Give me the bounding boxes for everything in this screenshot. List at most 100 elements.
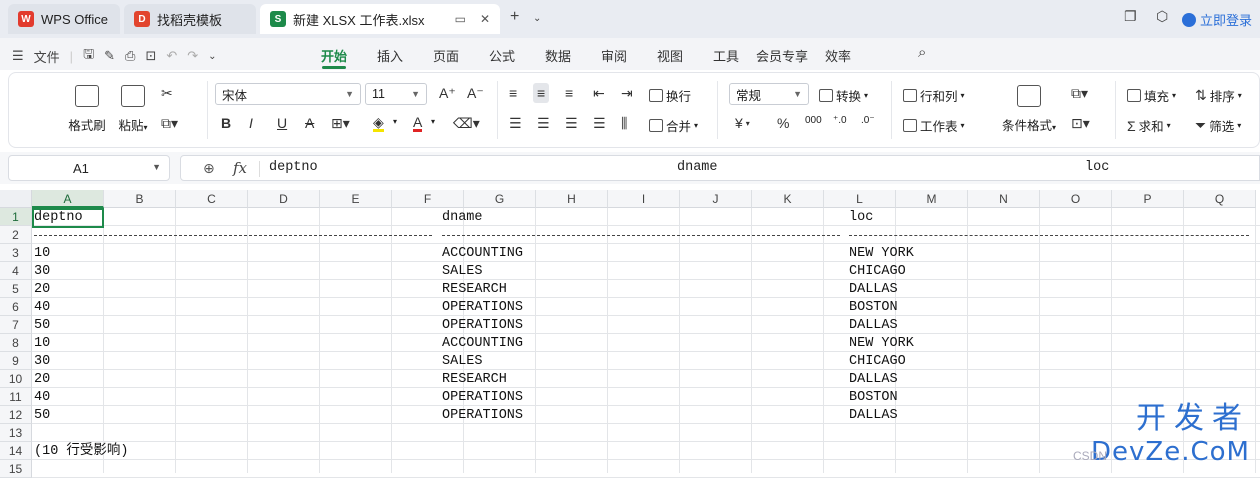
row-header-7[interactable]: 7 — [0, 316, 32, 334]
row-header-12[interactable]: 12 — [0, 406, 32, 424]
row-header-2[interactable]: 2 — [0, 226, 32, 244]
pen-icon[interactable]: ✎ — [104, 48, 115, 64]
paste-button[interactable]: 粘贴▾ — [113, 85, 153, 134]
increase-decimal-icon[interactable]: ⁺.0 — [833, 115, 847, 126]
cell-dname[interactable]: OPERATIONS — [442, 299, 523, 317]
grow-font-icon[interactable]: A⁺ — [439, 85, 456, 102]
cell-deptno[interactable]: 40 — [34, 389, 50, 407]
chevron-down-icon[interactable]: ⌄ — [533, 13, 541, 24]
cell-loc[interactable]: DALLAS — [849, 407, 898, 425]
currency-icon[interactable]: ¥ ▾ — [735, 115, 750, 131]
cell-dname[interactable]: OPERATIONS — [442, 389, 523, 407]
cell-loc[interactable]: BOSTON — [849, 389, 898, 407]
chevron-down-icon[interactable]: ▾ — [393, 117, 397, 126]
align-left-icon[interactable]: ☰ — [509, 115, 522, 132]
distribute-icon[interactable]: ⫼ — [621, 115, 627, 132]
print-icon[interactable]: ⎙ — [125, 48, 135, 64]
underline-icon[interactable]: U — [277, 115, 287, 131]
redo-icon[interactable]: ↷ — [187, 48, 198, 64]
row-header-11[interactable]: 11 — [0, 388, 32, 406]
column-header-b[interactable]: B — [104, 190, 176, 208]
cell-deptno[interactable]: 30 — [34, 353, 50, 371]
column-header-f[interactable]: F — [392, 190, 464, 208]
preview-icon[interactable]: ⊡ — [145, 48, 156, 64]
cell-loc-header[interactable]: loc — [849, 209, 873, 227]
wrap-text-button[interactable]: 换行 — [649, 86, 691, 105]
cell-loc[interactable]: CHICAGO — [849, 353, 906, 371]
number-format-select[interactable]: 常规 ▼ — [729, 83, 809, 105]
tab-efficiency[interactable]: 效率 — [810, 46, 866, 65]
cell-loc[interactable]: DALLAS — [849, 317, 898, 335]
search-icon[interactable]: ⌕ — [918, 44, 926, 61]
cell-loc[interactable]: DALLAS — [849, 281, 898, 299]
decrease-decimal-icon[interactable]: .0⁻ — [861, 115, 875, 126]
tab-tools[interactable]: 工具 — [698, 46, 754, 65]
row-header-4[interactable]: 4 — [0, 262, 32, 280]
column-header-g[interactable]: G — [464, 190, 536, 208]
rows-cols-button[interactable]: 行和列 ▾ — [903, 86, 965, 105]
convert-button[interactable]: 转换 ▾ — [819, 86, 868, 105]
tab-member[interactable]: 会员专享 — [754, 46, 810, 65]
chevron-down-icon[interactable]: ▾ — [431, 117, 435, 126]
tab-data[interactable]: 数据 — [530, 46, 586, 65]
fill-button[interactable]: 填充 ▾ — [1127, 86, 1176, 105]
thousands-icon[interactable]: 000 — [805, 115, 822, 126]
align-center-icon[interactable]: ☰ — [537, 115, 550, 132]
formula-input[interactable]: ⊕ fx deptno dname loc — [180, 155, 1260, 181]
worksheet-button[interactable]: 工作表 ▾ — [903, 116, 965, 135]
tab-start[interactable]: 开始 — [306, 46, 362, 65]
align-right-icon[interactable]: ☰ — [565, 115, 578, 132]
percent-icon[interactable]: % — [777, 115, 789, 131]
tab-view[interactable]: 视图 — [642, 46, 698, 65]
cell-deptno[interactable]: 20 — [34, 371, 50, 389]
close-icon[interactable]: ✕ — [480, 12, 490, 26]
indent-increase-icon[interactable]: ⇥ — [621, 85, 633, 102]
new-tab-button[interactable]: + — [510, 8, 519, 26]
font-name-select[interactable]: 宋体 ▼ — [215, 83, 361, 105]
strikethrough-icon[interactable]: A — [305, 115, 314, 131]
tab-review[interactable]: 审阅 — [586, 46, 642, 65]
cell-deptno[interactable]: 10 — [34, 245, 50, 263]
column-header-l[interactable]: L — [824, 190, 896, 208]
cell-dname-header[interactable]: dname — [442, 209, 483, 227]
tab-page[interactable]: 页面 — [418, 46, 474, 65]
font-size-select[interactable]: 11 ▼ — [365, 83, 427, 105]
cell-loc[interactable]: BOSTON — [849, 299, 898, 317]
cell-dname[interactable]: OPERATIONS — [442, 317, 523, 335]
column-header-a[interactable]: A — [32, 190, 104, 208]
eraser-icon[interactable]: ⌫▾ — [453, 115, 480, 132]
font-color-icon[interactable]: A — [413, 115, 423, 132]
cell-dname[interactable]: ACCOUNTING — [442, 245, 523, 263]
row-header-1[interactable]: 1 — [0, 208, 32, 226]
sort-button[interactable]: ⇅ 排序 ▾ — [1195, 86, 1242, 105]
spreadsheet-grid[interactable]: A B C D E F G H I J K L M N O P Q 1 2 3 4 5 6 7 8 9 10 11 12 13 14 15 de… — [0, 190, 1260, 478]
merge-button[interactable]: 合并 ▾ — [649, 116, 698, 135]
save-icon[interactable]: 🖫 — [83, 45, 94, 67]
column-header-i[interactable]: I — [608, 190, 680, 208]
cell-dname[interactable]: RESEARCH — [442, 371, 507, 389]
cell-style-icon[interactable]: ⧉▾ — [1071, 85, 1088, 102]
border-icon[interactable]: ⊞▾ — [331, 115, 350, 132]
row-header-6[interactable]: 6 — [0, 298, 32, 316]
row-header-13[interactable]: 13 — [0, 424, 32, 442]
column-header-m[interactable]: M — [896, 190, 968, 208]
fx-icon[interactable]: fx — [233, 159, 247, 177]
cell-dname[interactable]: OPERATIONS — [442, 407, 523, 425]
tab-formula[interactable]: 公式 — [474, 46, 530, 65]
justify-icon[interactable]: ☰ — [593, 115, 606, 132]
fill-color-icon[interactable]: ◈ — [373, 115, 384, 132]
undo-icon[interactable]: ↶ — [166, 48, 177, 64]
name-box[interactable]: A1 ▼ — [8, 155, 170, 181]
bold-icon[interactable]: B — [221, 115, 231, 131]
window-icon[interactable]: ❐ — [1124, 8, 1137, 25]
cell-rows-affected[interactable]: (10 行受影响) — [34, 443, 129, 461]
tab-daoke-templates[interactable]: D 找稻壳模板 — [124, 4, 256, 34]
cell-dname[interactable]: SALES — [442, 353, 483, 371]
format-painter-button[interactable]: 格式刷 — [67, 85, 107, 134]
column-header-p[interactable]: P — [1112, 190, 1184, 208]
column-header-j[interactable]: J — [680, 190, 752, 208]
align-bottom-icon[interactable]: ≡ — [565, 85, 573, 101]
cell-loc[interactable]: CHICAGO — [849, 263, 906, 281]
column-header-c[interactable]: C — [176, 190, 248, 208]
conditional-format-button[interactable]: 条件格式▾ — [997, 85, 1061, 134]
